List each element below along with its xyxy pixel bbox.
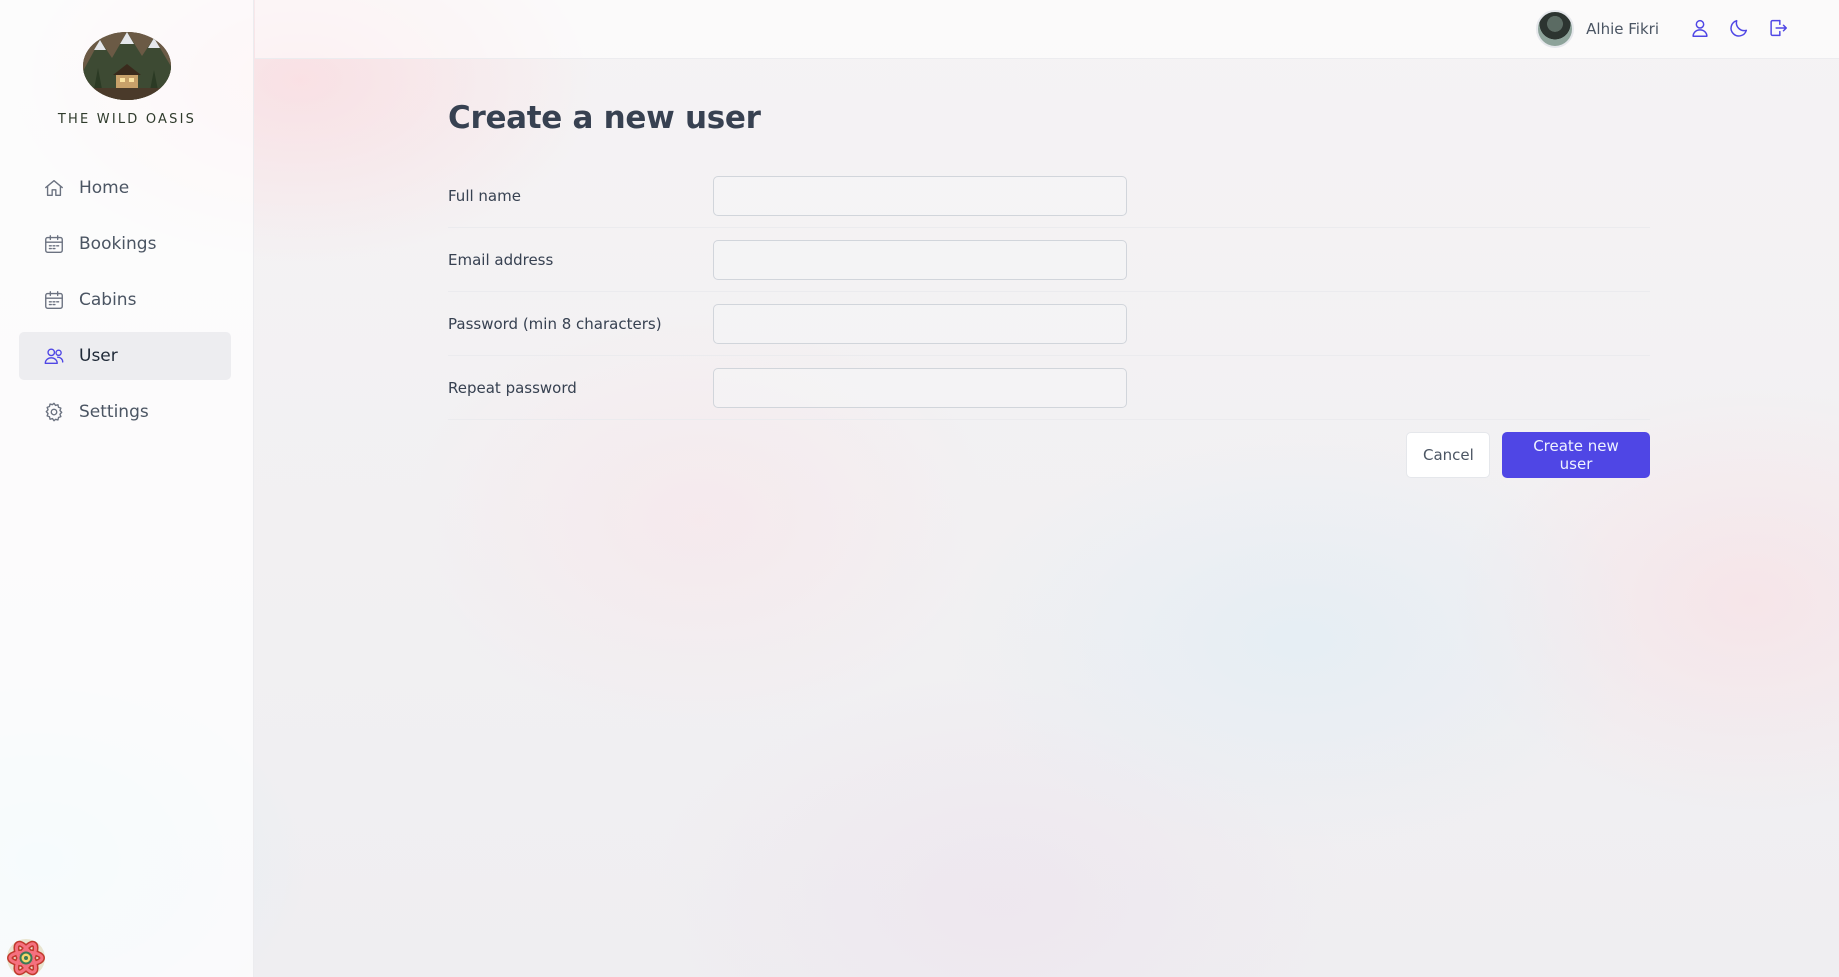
repeat-password-label: Repeat password	[448, 378, 577, 397]
sidebar-item-settings[interactable]: Settings	[19, 388, 231, 436]
main-content: Create a new user Full name Email addres…	[448, 100, 1650, 478]
react-query-devtools-icon[interactable]	[6, 938, 46, 977]
sidebar: THE WILD OASIS Home Bookings Cabins User…	[0, 0, 254, 977]
form-row-password: Password (min 8 characters)	[448, 292, 1650, 356]
avatar	[1536, 10, 1575, 48]
form-row-repeat-password: Repeat password	[448, 356, 1650, 420]
user-name: Alhie Fikri	[1586, 20, 1659, 38]
full-name-input[interactable]	[713, 175, 1127, 216]
logo: THE WILD OASIS	[0, 28, 254, 127]
user-profile: Alhie Fikri	[1536, 10, 1659, 48]
logout-button[interactable]	[1767, 17, 1789, 39]
form-actions: Cancel Create new user	[448, 432, 1650, 478]
sidebar-item-label: Home	[79, 178, 130, 198]
user-icon	[1692, 19, 1708, 37]
sidebar-item-cabins[interactable]: Cabins	[19, 276, 231, 324]
password-input[interactable]	[713, 303, 1127, 344]
sidebar-item-label: Settings	[79, 402, 149, 422]
logo-icon	[83, 32, 171, 100]
form-row-full-name: Full name	[448, 164, 1650, 228]
dark-mode-toggle[interactable]	[1728, 17, 1750, 39]
create-user-button[interactable]: Create new user	[1502, 432, 1650, 478]
sidebar-item-bookings[interactable]: Bookings	[19, 220, 231, 268]
repeat-password-input[interactable]	[713, 367, 1127, 408]
sidebar-item-label: User	[79, 346, 118, 366]
sidebar-item-label: Bookings	[79, 234, 157, 254]
sidebar-item-label: Cabins	[79, 290, 137, 310]
calendar-icon	[45, 235, 63, 253]
moon-icon	[1730, 19, 1748, 37]
password-label: Password (min 8 characters)	[448, 314, 662, 333]
sidebar-item-home[interactable]: Home	[19, 164, 231, 212]
email-input[interactable]	[713, 239, 1127, 280]
brand-name: THE WILD OASIS	[57, 112, 197, 127]
sidebar-nav: Home Bookings Cabins User Settings	[19, 164, 231, 444]
create-user-form: Full name Email address Password (min 8 …	[448, 164, 1650, 478]
form-row-email: Email address	[448, 228, 1650, 292]
sidebar-item-user[interactable]: User	[19, 332, 231, 380]
header-actions	[1689, 17, 1789, 39]
full-name-label: Full name	[448, 186, 521, 205]
page-title: Create a new user	[448, 100, 761, 136]
users-icon	[44, 348, 64, 365]
gear-icon	[45, 402, 63, 422]
account-button[interactable]	[1689, 17, 1711, 39]
top-header: Alhie Fikri	[255, 0, 1839, 59]
email-label: Email address	[448, 250, 554, 269]
logout-icon	[1770, 19, 1787, 37]
cancel-button[interactable]: Cancel	[1406, 432, 1490, 478]
calendar-icon	[45, 291, 63, 309]
home-icon	[45, 179, 63, 197]
